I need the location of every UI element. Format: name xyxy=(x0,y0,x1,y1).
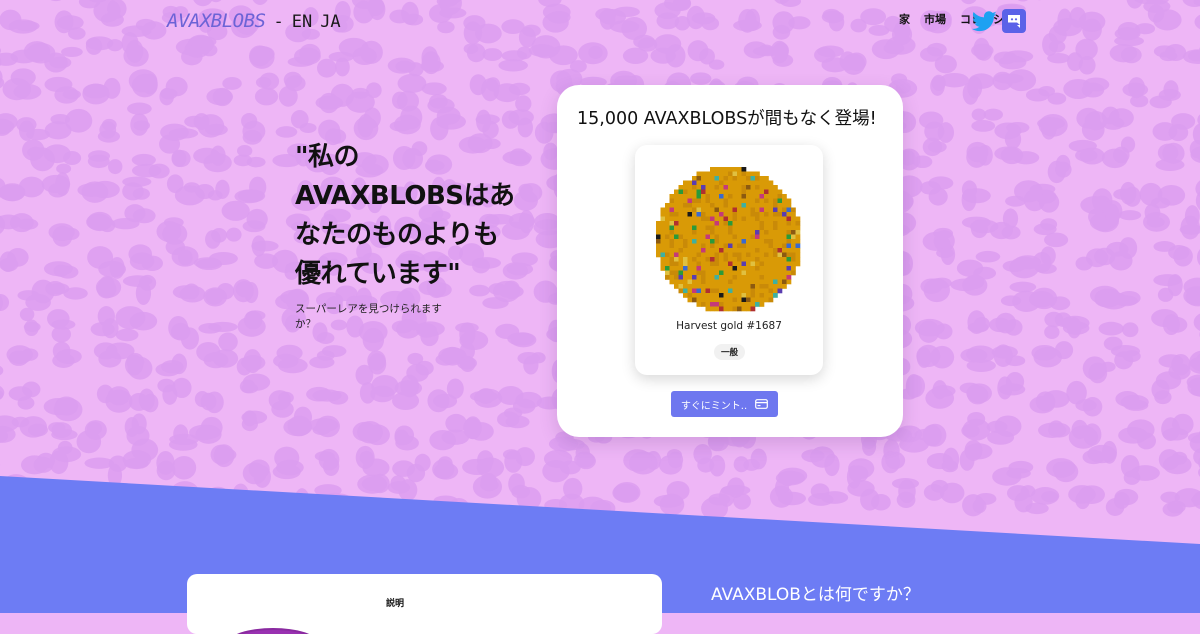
logo-separator: - xyxy=(273,12,283,32)
twitter-icon[interactable] xyxy=(971,8,997,34)
mint-now-button[interactable]: すぐにミント.. xyxy=(671,391,778,417)
description-blob-image xyxy=(225,602,321,634)
discord-icon[interactable] xyxy=(1002,9,1026,33)
top-navigation: AVAXBLOBS - EN JA 家 市場 コレクション xyxy=(0,0,1200,44)
site-logo[interactable]: AVAXBLOBS xyxy=(167,10,265,32)
blob-name: Harvest gold #1687 xyxy=(635,320,823,332)
mint-card: 15,000 AVAXBLOBSが間もなく登場! Harvest gold #1… xyxy=(557,85,903,437)
what-is-avaxblob-heading: AVAXBLOBとは何ですか？ xyxy=(711,580,920,605)
blob-preview-card[interactable]: Harvest gold #1687 一般 xyxy=(635,145,823,375)
description-card: 説明 xyxy=(187,574,662,634)
nav-home[interactable]: 家 xyxy=(899,11,910,27)
brand: AVAXBLOBS - EN JA xyxy=(167,10,341,32)
hero-text: "私の AVAXBLOBSはあなたのものよりも優れています" スーパーレアを見つ… xyxy=(295,138,520,332)
description-label: 説明 xyxy=(386,596,404,609)
mint-button-label: すぐにミント.. xyxy=(681,397,747,412)
blob-image xyxy=(656,167,802,313)
nav-market[interactable]: 市場 xyxy=(924,11,946,27)
hero-headline: "私の AVAXBLOBSはあなたのものよりも優れています" xyxy=(295,138,520,294)
hero-tagline: スーパーレアを見つけられますか？ xyxy=(295,302,445,332)
language-en[interactable]: EN xyxy=(292,12,312,32)
rarity-badge: 一般 xyxy=(714,344,745,360)
credit-card-icon xyxy=(755,399,768,409)
language-ja[interactable]: JA xyxy=(320,12,340,32)
mint-title: 15,000 AVAXBLOBSが間もなく登場! xyxy=(577,105,877,130)
